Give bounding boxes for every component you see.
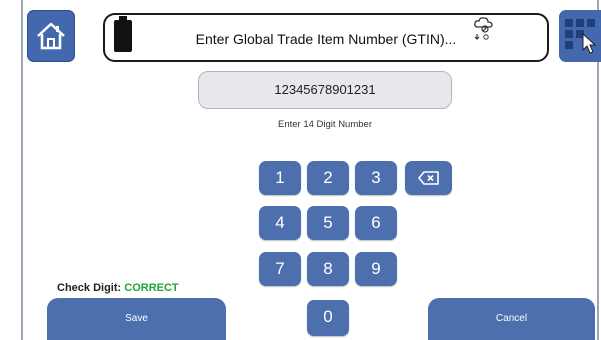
battery-icon <box>114 16 132 52</box>
keypad-key-7[interactable]: 7 <box>259 252 301 286</box>
gtin-input[interactable]: 12345678901231 <box>198 71 452 109</box>
keypad-key-4[interactable]: 4 <box>259 206 301 240</box>
keypad-key-8[interactable]: 8 <box>307 252 349 286</box>
home-button[interactable] <box>27 10 75 62</box>
cloud-sync-icon <box>474 17 493 40</box>
check-digit-label: Check Digit: <box>57 282 122 294</box>
keypad-key-9[interactable]: 9 <box>355 252 397 286</box>
gtin-hint-label: Enter 14 Digit Number <box>278 119 372 130</box>
check-digit-status: CORRECT <box>124 282 179 294</box>
keypad-key-6[interactable]: 6 <box>355 206 397 240</box>
backspace-icon <box>417 171 439 185</box>
keypad-key-1[interactable]: 1 <box>259 161 301 195</box>
grid-menu-icon <box>565 19 597 54</box>
keypad-key-0[interactable]: 0 <box>307 300 349 336</box>
left-edge-divider <box>21 0 23 340</box>
grid-menu-button[interactable] <box>559 10 601 62</box>
keypad-key-3[interactable]: 3 <box>355 161 397 195</box>
backspace-button[interactable] <box>405 161 452 195</box>
check-digit-row: Check Digit: CORRECT <box>57 282 179 294</box>
keypad-key-5[interactable]: 5 <box>307 206 349 240</box>
cancel-button[interactable]: Cancel <box>428 298 595 340</box>
home-icon <box>37 22 65 50</box>
keypad-key-2[interactable]: 2 <box>307 161 349 195</box>
save-button[interactable]: Save <box>47 298 226 340</box>
